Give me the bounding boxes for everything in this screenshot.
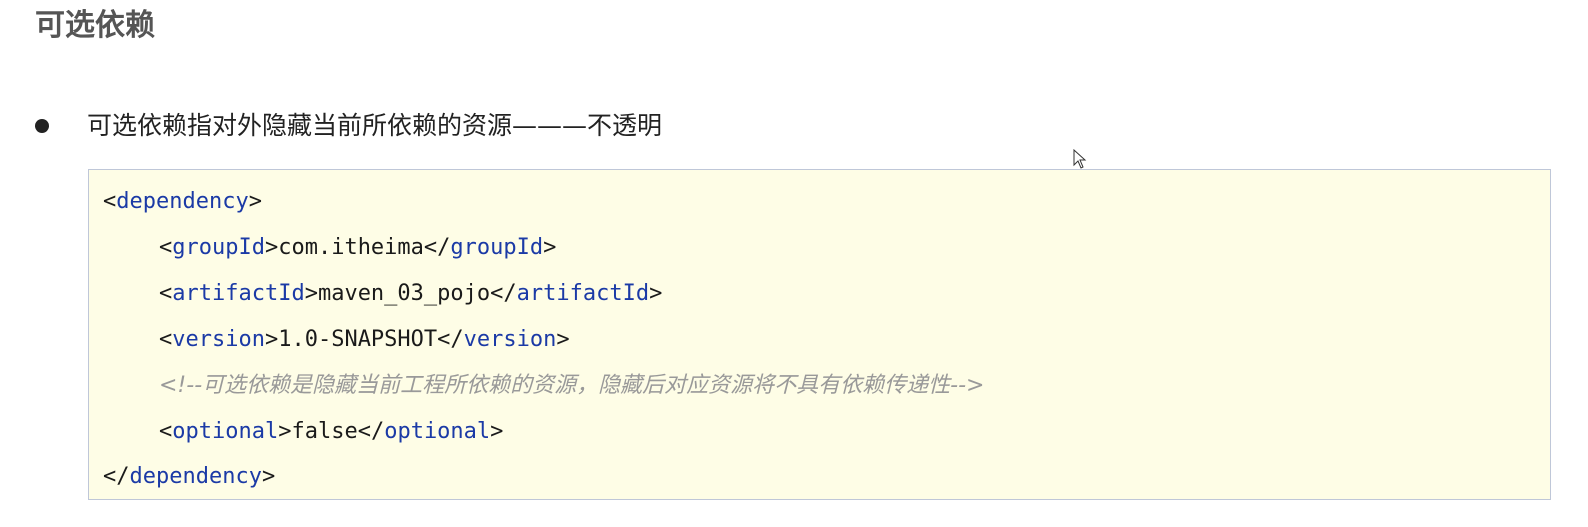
tag-name: optional: [384, 419, 491, 444]
page-title: 可选依赖: [35, 8, 155, 43]
code-line-dependency-close: </dependency>: [103, 464, 276, 489]
code-line-artifactid: <artifactId>maven_03_pojo</artifactId>: [159, 281, 663, 306]
tag-name: dependency: [129, 464, 262, 489]
tag-name: groupId: [450, 235, 544, 260]
code-comment: <!--可选依赖是隐藏当前工程所依赖的资源，隐藏后对应资源将不具有依赖传递性--…: [159, 373, 985, 398]
tag-name: version: [463, 327, 557, 352]
bullet-item: 可选依赖指对外隐藏当前所依赖的资源———不透明: [35, 108, 662, 144]
bullet-text: 可选依赖指对外隐藏当前所依赖的资源———不透明: [87, 111, 663, 140]
bullet-dot-icon: [35, 119, 49, 133]
optional-value: false: [291, 419, 358, 444]
version-value: 1.0-SNAPSHOT: [278, 327, 438, 352]
code-line-version: <version>1.0-SNAPSHOT</version>: [159, 327, 570, 352]
mouse-pointer-icon: [1073, 149, 1087, 169]
code-block: <dependency> <groupId>com.itheima</group…: [88, 169, 1551, 500]
tag-name: optional: [172, 419, 279, 444]
tag-name: artifactId: [516, 281, 650, 306]
code-line-groupid: <groupId>com.itheima</groupId>: [159, 235, 557, 260]
tag-name: groupId: [172, 235, 265, 260]
tag-name: version: [172, 327, 265, 352]
groupid-value: com.itheima: [278, 235, 424, 260]
tag-name: dependency: [116, 189, 249, 214]
artifactid-value: maven_03_pojo: [317, 281, 491, 306]
code-line-optional: <optional>false</optional>: [159, 419, 504, 444]
code-line-dependency-open: <dependency>: [103, 189, 262, 214]
tag-name: artifactId: [172, 281, 305, 306]
